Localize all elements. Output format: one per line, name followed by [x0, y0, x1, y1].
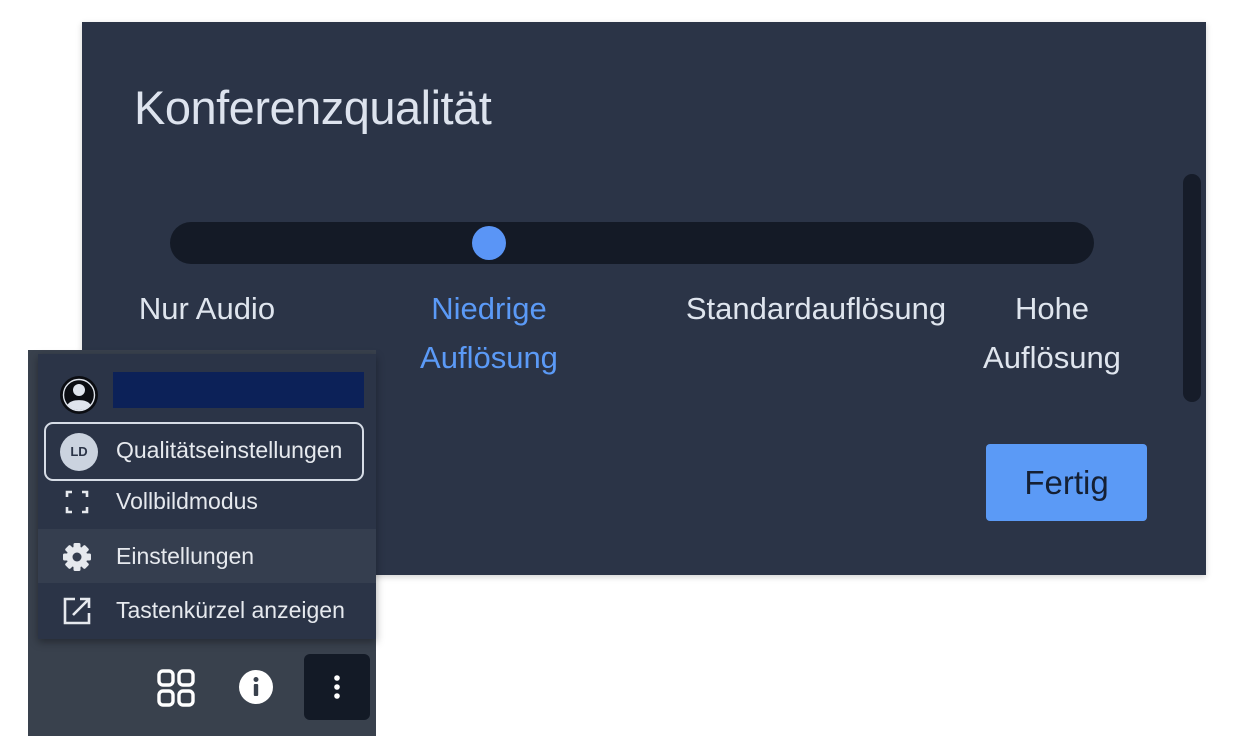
dialog-title: Konferenzqualität	[134, 81, 492, 134]
menu-profile[interactable]	[38, 354, 376, 420]
more-vertical-icon	[334, 675, 340, 699]
info-icon	[239, 670, 273, 704]
menu-item-quality-settings[interactable]: LD Qualitätseinstellungen	[38, 418, 376, 481]
tile-view-button[interactable]	[142, 654, 208, 720]
fullscreen-icon	[65, 490, 89, 514]
toolbar-overlay: LD Qualitätseinstellungen Vollbildmodus	[28, 350, 376, 736]
quality-option-standard[interactable]: Standardauflösung	[656, 284, 976, 333]
quality-slider-thumb[interactable]	[471, 226, 506, 260]
menu-item-settings[interactable]: Einstellungen	[38, 529, 376, 583]
avatar: LD	[60, 433, 98, 471]
tile-view-icon	[157, 669, 195, 707]
done-button[interactable]: Fertig	[986, 444, 1147, 521]
quality-option-audio-only[interactable]: Nur Audio	[132, 284, 282, 333]
external-link-icon	[63, 597, 91, 625]
quality-option-low[interactable]: Niedrige Auflösung	[384, 284, 594, 382]
menu-item-fullscreen[interactable]: Vollbildmodus	[38, 474, 376, 528]
dialog-scrollbar[interactable]	[1183, 174, 1201, 402]
menu-item-label: Tastenkürzel anzeigen	[116, 597, 345, 623]
info-button[interactable]	[223, 654, 289, 720]
user-circle-icon	[60, 376, 98, 414]
overflow-menu: LD Qualitätseinstellungen Vollbildmodus	[38, 354, 376, 639]
more-options-button[interactable]	[304, 654, 370, 720]
quality-option-high[interactable]: Hohe Auflösung	[962, 284, 1142, 382]
menu-item-label: Vollbildmodus	[116, 488, 258, 514]
user-name-redacted	[113, 372, 364, 408]
menu-item-label: Qualitätseinstellungen	[116, 437, 343, 463]
menu-item-keyboard-shortcuts[interactable]: Tastenkürzel anzeigen	[38, 583, 376, 637]
quality-slider[interactable]	[170, 222, 1094, 264]
toolbar	[28, 646, 376, 736]
gear-icon	[63, 543, 91, 571]
menu-item-label: Einstellungen	[116, 543, 255, 569]
